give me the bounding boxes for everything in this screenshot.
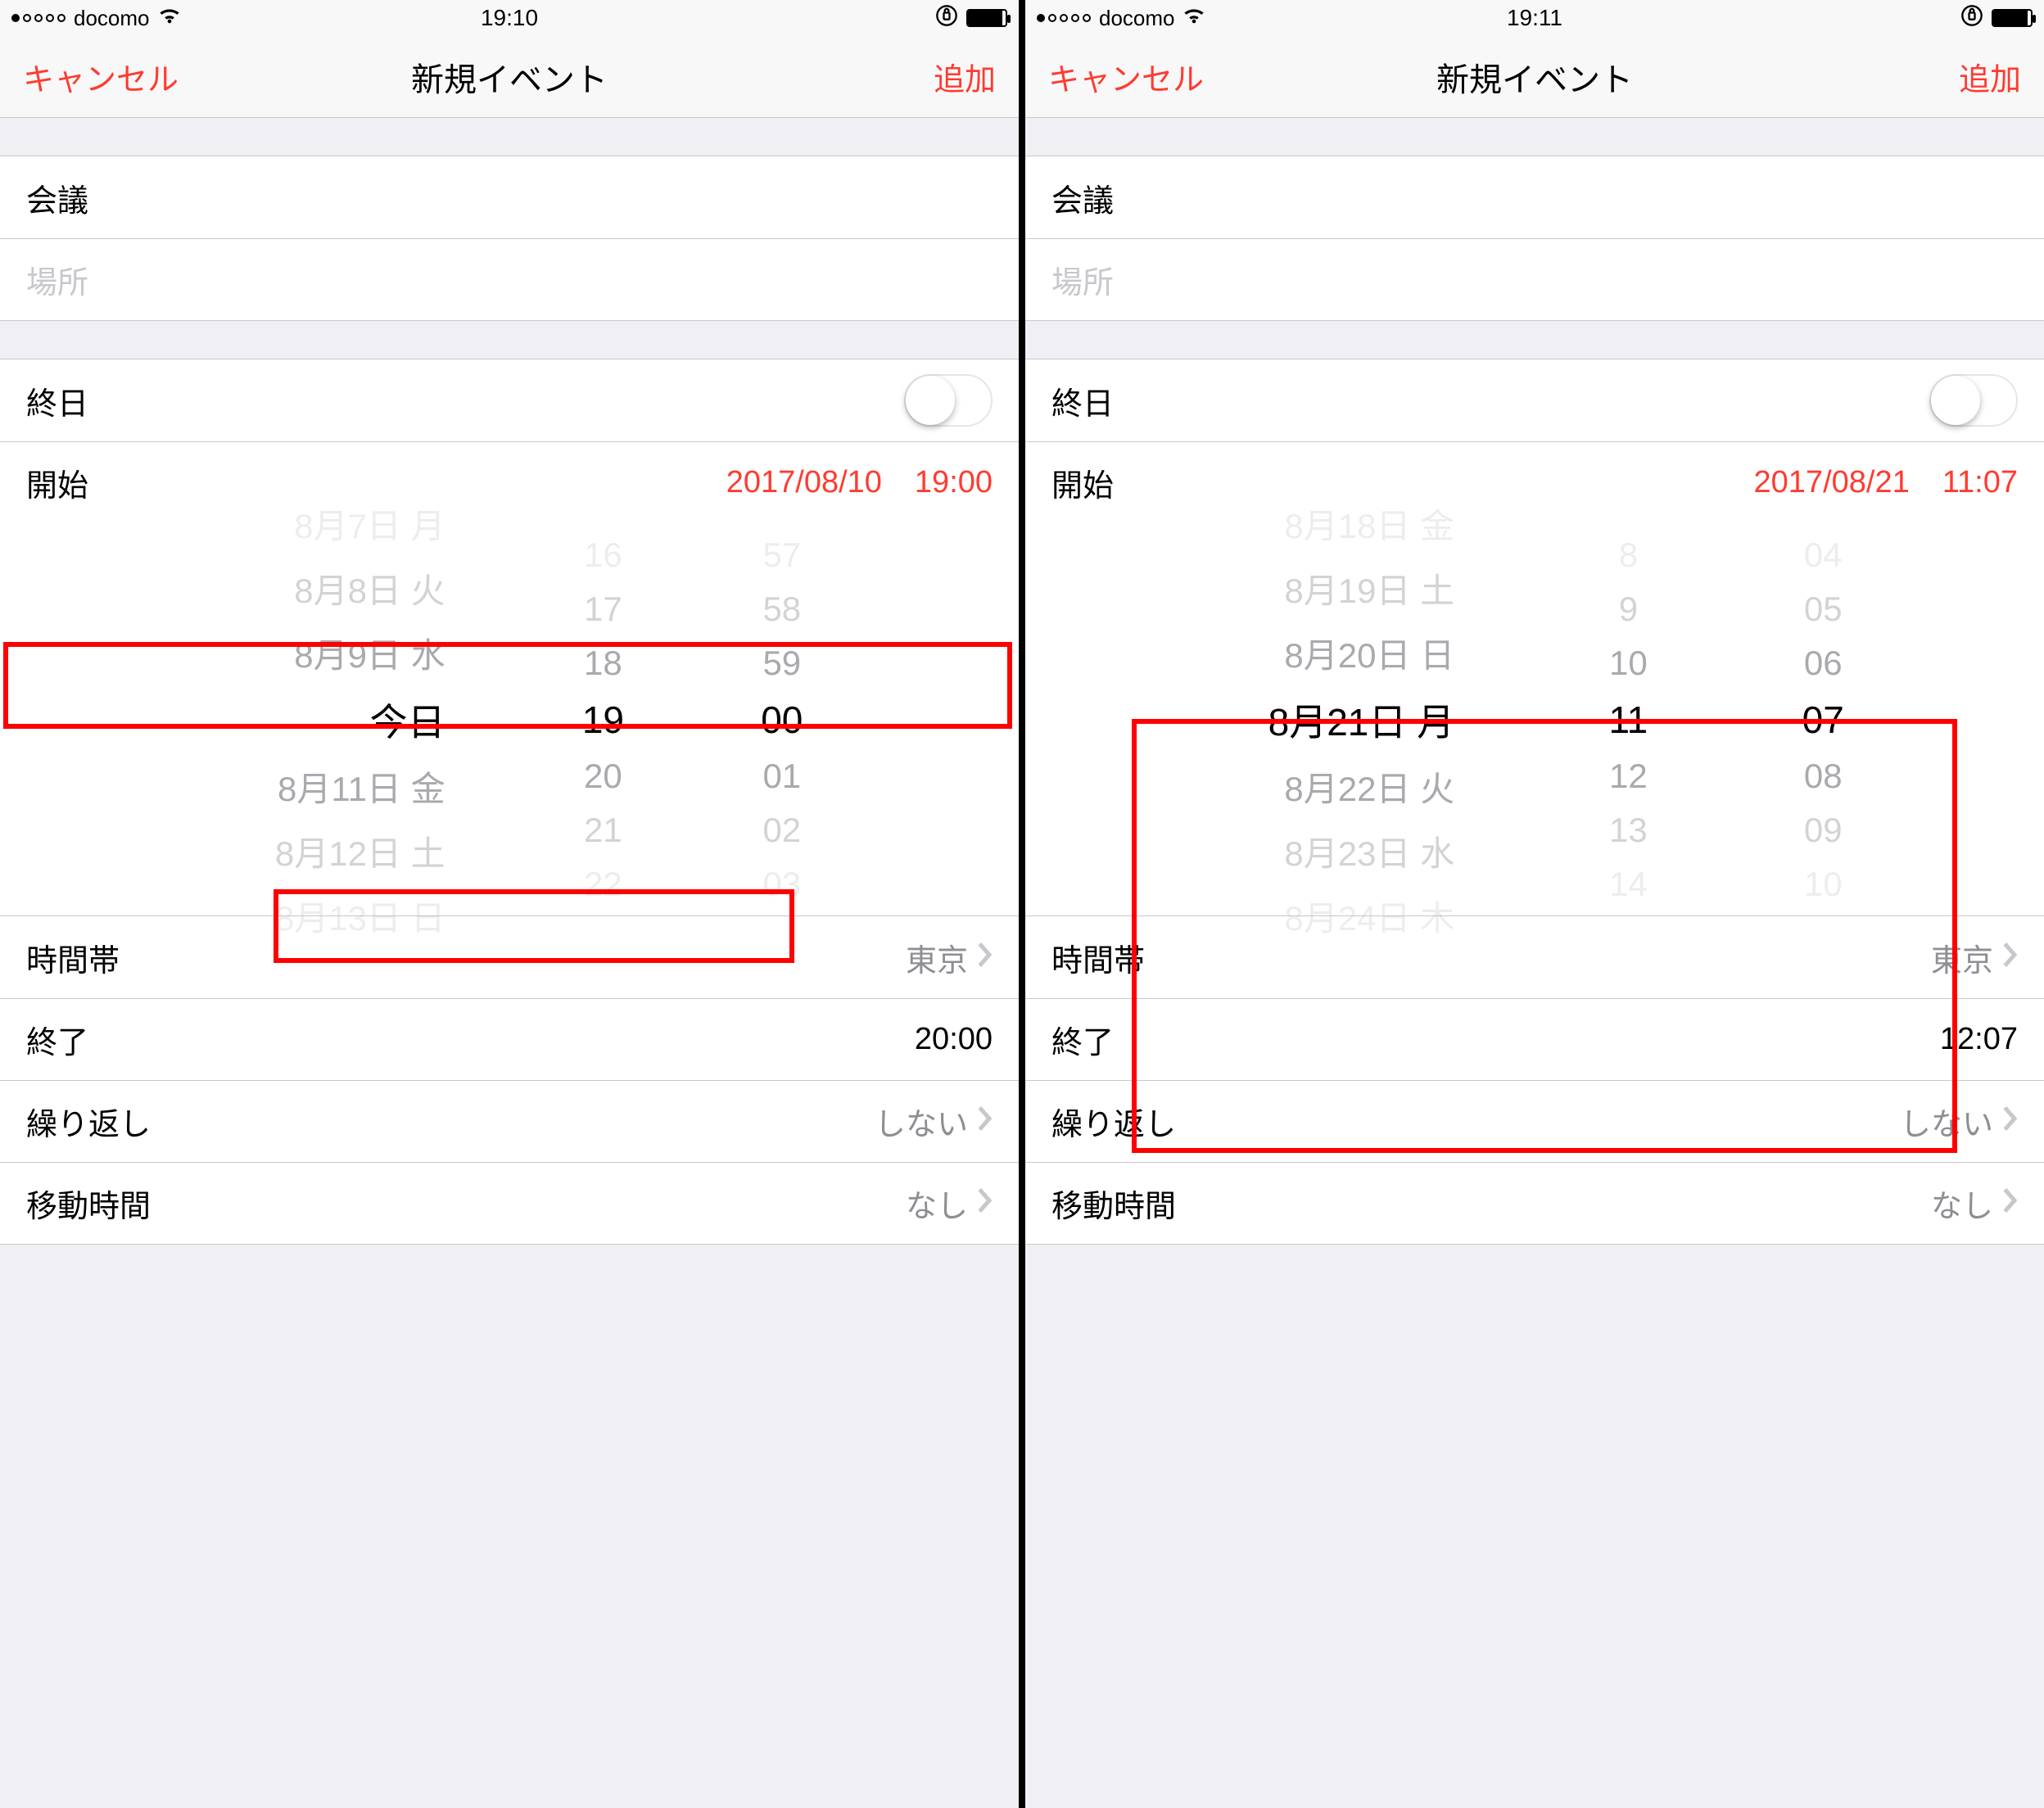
repeat-value: しない (1900, 1099, 1993, 1144)
carrier-label: docomo (74, 6, 150, 31)
timezone-row[interactable]: 時間帯 東京 (0, 916, 1019, 998)
screen-left: docomo 19:10 キャンセル 新規イベント 追加 会議 場所 (0, 0, 1019, 1808)
event-title-field[interactable]: 会議 (0, 156, 1019, 238)
allday-label: 終日 (26, 378, 88, 423)
chevron-right-icon (978, 940, 993, 975)
nav-bar: キャンセル 新規イベント 追加 (0, 36, 1019, 118)
nav-bar: キャンセル 新規イベント 追加 (1025, 36, 2044, 118)
wifi-icon (158, 4, 181, 33)
add-button[interactable]: 追加 (1959, 54, 2021, 99)
event-title-value: 会議 (1051, 175, 2018, 220)
title-location-group: 会議 場所 (0, 156, 1019, 321)
travel-label: 移動時間 (1051, 1181, 1176, 1226)
signal-dots-icon (11, 14, 66, 22)
start-time-value: 19:00 (915, 465, 993, 500)
event-location-field[interactable]: 場所 (0, 238, 1019, 320)
screen-divider (1019, 0, 1025, 1808)
chevron-right-icon (2003, 940, 2018, 975)
repeat-row[interactable]: 繰り返し しない (1025, 1080, 2044, 1162)
chevron-right-icon (2003, 1186, 2018, 1221)
cancel-button[interactable]: キャンセル (1048, 54, 1204, 99)
end-value: 20:00 (915, 1022, 993, 1057)
title-location-group: 会議 場所 (1025, 156, 2044, 321)
start-label: 開始 (1051, 460, 1114, 505)
picker-minute-column[interactable]: 04 05 06 07 08 09 10 (1802, 536, 1844, 904)
picker-date-column[interactable]: 8月18日 金 8月19日 土 8月20日 日 8月21日 月 8月22日 火 … (1225, 499, 1454, 941)
timezone-value: 東京 (906, 935, 968, 980)
repeat-label: 繰り返し (1051, 1099, 1176, 1144)
battery-icon (966, 9, 1007, 27)
allday-label: 終日 (1051, 378, 1114, 423)
orientation-lock-icon (935, 4, 958, 33)
end-value: 12:07 (1940, 1022, 2018, 1057)
cancel-button[interactable]: キャンセル (23, 54, 179, 99)
status-bar: docomo 19:10 (0, 0, 1019, 36)
screen-right: docomo 19:11 キャンセル 新規イベント 追加 会議 場所 終日 (1025, 0, 2044, 1808)
datetime-picker[interactable]: 8月7日 月 8月8日 火 8月9日 水 今日 8月11日 金 8月12日 土 … (0, 523, 1019, 916)
chevron-right-icon (2003, 1104, 2018, 1139)
timezone-label: 時間帯 (1051, 935, 1145, 980)
allday-row: 終日 (0, 359, 1019, 441)
page-title: 新規イベント (1436, 53, 1633, 101)
timezone-row[interactable]: 時間帯 東京 (1025, 916, 2044, 998)
end-label: 終了 (26, 1017, 88, 1062)
allday-toggle[interactable] (1929, 374, 2018, 427)
end-row[interactable]: 終了 20:00 (0, 998, 1019, 1080)
start-date-value: 2017/08/21 (1754, 465, 1910, 500)
start-row[interactable]: 開始 2017/08/10 19:00 (0, 441, 1019, 523)
timezone-value: 東京 (1931, 935, 1993, 980)
chevron-right-icon (978, 1104, 993, 1139)
schedule-group: 終日 開始 2017/08/21 11:07 8月18日 金 8月19日 土 8… (1025, 359, 2044, 1245)
clock-label: 19:11 (1507, 5, 1562, 31)
travel-row[interactable]: 移動時間 なし (1025, 1162, 2044, 1244)
allday-row: 終日 (1025, 359, 2044, 441)
datetime-picker[interactable]: 8月18日 金 8月19日 土 8月20日 日 8月21日 月 8月22日 火 … (1025, 523, 2044, 916)
page-title: 新規イベント (411, 53, 608, 101)
travel-row[interactable]: 移動時間 なし (0, 1162, 1019, 1244)
status-bar: docomo 19:11 (1025, 0, 2044, 36)
add-button[interactable]: 追加 (934, 54, 996, 99)
travel-value: なし (906, 1181, 968, 1226)
picker-hour-column[interactable]: 16 17 18 19 20 21 22 (582, 536, 624, 904)
event-location-field[interactable]: 場所 (1025, 238, 2044, 320)
repeat-value: しない (875, 1099, 968, 1144)
repeat-row[interactable]: 繰り返し しない (0, 1080, 1019, 1162)
chevron-right-icon (978, 1186, 993, 1221)
timezone-label: 時間帯 (26, 935, 120, 980)
schedule-group: 終日 開始 2017/08/10 19:00 8月7日 月 8月8日 火 8月9… (0, 359, 1019, 1245)
carrier-label: docomo (1099, 6, 1175, 31)
orientation-lock-icon (1960, 4, 1983, 33)
start-label: 開始 (26, 460, 88, 505)
picker-minute-column[interactable]: 57 58 59 00 01 02 03 (761, 536, 803, 904)
travel-label: 移動時間 (26, 1181, 151, 1226)
repeat-label: 繰り返し (26, 1099, 151, 1144)
signal-dots-icon (1037, 14, 1091, 22)
event-title-value: 会議 (26, 175, 993, 220)
travel-value: なし (1931, 1181, 1993, 1226)
end-row[interactable]: 終了 12:07 (1025, 998, 2044, 1080)
clock-label: 19:10 (481, 5, 538, 31)
start-time-value: 11:07 (1942, 465, 2018, 500)
location-placeholder: 場所 (26, 257, 88, 302)
battery-icon (1992, 9, 2033, 27)
allday-toggle[interactable] (904, 374, 993, 427)
picker-hour-column[interactable]: 8 9 10 11 12 13 14 (1609, 536, 1648, 904)
picker-date-column[interactable]: 8月7日 月 8月8日 火 8月9日 水 今日 8月11日 金 8月12日 土 … (216, 499, 445, 941)
start-row[interactable]: 開始 2017/08/21 11:07 (1025, 441, 2044, 523)
event-title-field[interactable]: 会議 (1025, 156, 2044, 238)
start-date-value: 2017/08/10 (726, 465, 882, 500)
wifi-icon (1183, 4, 1205, 33)
location-placeholder: 場所 (1051, 257, 1114, 302)
end-label: 終了 (1051, 1017, 1114, 1062)
